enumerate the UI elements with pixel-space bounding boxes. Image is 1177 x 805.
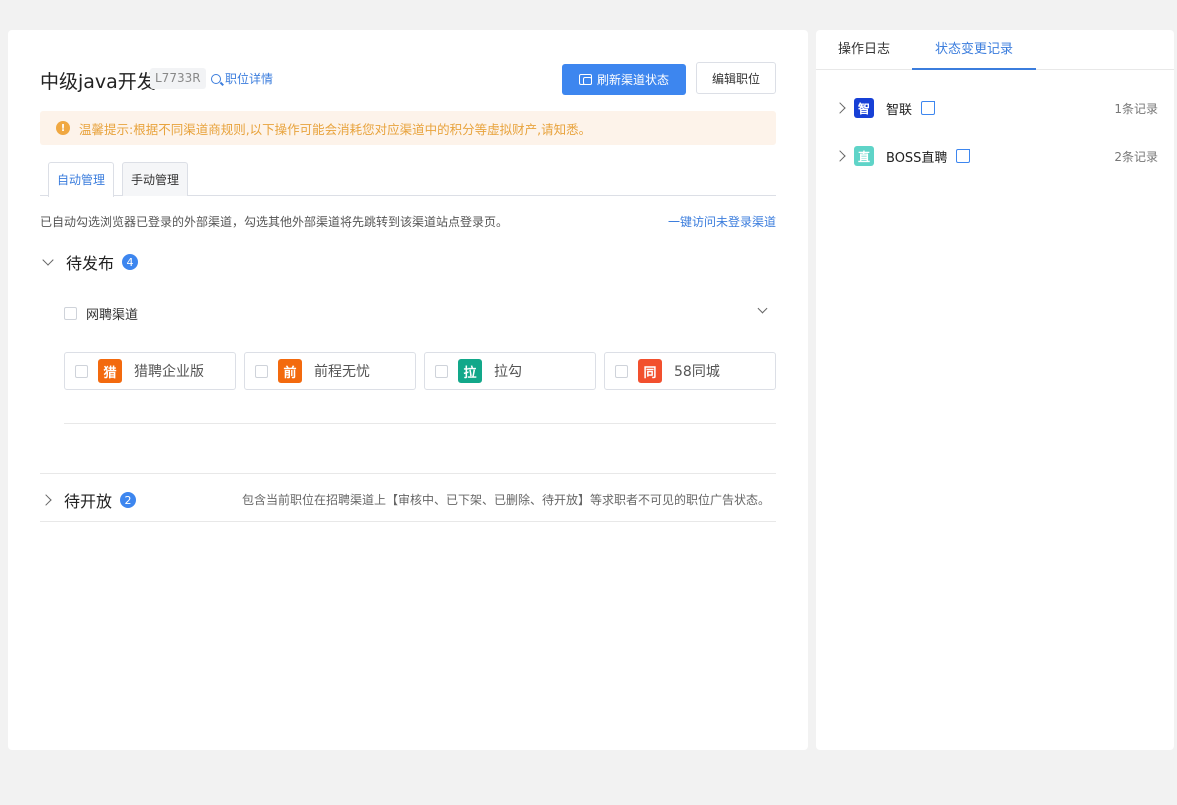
tab-auto-manage[interactable]: 自动管理 bbox=[48, 162, 114, 197]
chevron-down-icon[interactable] bbox=[757, 303, 768, 314]
58-logo-icon: 同 bbox=[638, 359, 662, 383]
channel-card-liepin[interactable]: 猎 猎聘企业版 bbox=[64, 352, 236, 390]
channel-name: 前程无忧 bbox=[314, 364, 370, 380]
boss-logo-icon: 直 bbox=[854, 146, 874, 166]
management-tabs: 自动管理 手动管理 bbox=[40, 162, 776, 197]
divider bbox=[40, 521, 776, 522]
search-icon bbox=[211, 73, 221, 84]
tab-operation-log[interactable]: 操作日志 bbox=[816, 30, 912, 70]
online-channel-group: 网聘渠道 bbox=[64, 303, 776, 323]
record-count: 2条记录 bbox=[1114, 149, 1158, 164]
pending-publish-title: 待发布 bbox=[66, 254, 115, 273]
pending-open-header[interactable]: 待开放 2 bbox=[40, 488, 137, 512]
record-channel-name: 智联 bbox=[886, 102, 913, 118]
refresh-button-label: 刷新渠道状态 bbox=[596, 73, 669, 87]
liepin-logo-icon: 猎 bbox=[98, 359, 122, 383]
job-management-panel: 中级java开发 L7733R 职位详情 刷新渠道状态 编辑职位 ! 温馨提示:… bbox=[8, 30, 808, 750]
channel-checkbox[interactable] bbox=[255, 364, 268, 378]
51job-logo-icon: 前 bbox=[278, 359, 302, 383]
refresh-channel-status-button[interactable]: 刷新渠道状态 bbox=[562, 64, 686, 95]
job-title: 中级java开发 bbox=[40, 71, 156, 93]
channel-card-lagou[interactable]: 拉 拉勾 bbox=[424, 352, 596, 390]
auto-select-hint: 已自动勾选浏览器已登录的外部渠道，勾选其他外部渠道将先跳转到该渠道站点登录页。 bbox=[40, 215, 509, 229]
warning-icon: ! bbox=[56, 121, 70, 135]
job-code-badge: L7733R bbox=[150, 68, 206, 89]
pending-publish-header[interactable]: 待发布 4 bbox=[40, 250, 139, 274]
channel-name: 猎聘企业版 bbox=[134, 364, 204, 380]
channel-name: 拉勾 bbox=[494, 364, 522, 380]
copy-refresh-icon bbox=[578, 74, 592, 85]
warning-alert: ! 温馨提示:根据不同渠道商规则,以下操作可能会消耗您对应渠道中的积分等虚拟财产… bbox=[40, 111, 776, 145]
tab-status-change[interactable]: 状态变更记录 bbox=[912, 30, 1036, 70]
pending-open-count: 2 bbox=[120, 492, 137, 508]
record-channel-name: BOSS直聘 bbox=[886, 150, 948, 166]
channel-checkbox[interactable] bbox=[615, 364, 628, 378]
record-count: 1条记录 bbox=[1114, 101, 1158, 116]
external-link-icon[interactable] bbox=[921, 101, 936, 115]
pending-open-note: 包含当前职位在招聘渠道上【审核中、已下架、已删除、待开放】等求职者不可见的职位广… bbox=[241, 493, 770, 507]
record-row-boss[interactable]: 直 BOSS直聘 2条记录 bbox=[816, 141, 1174, 171]
pending-open-title: 待开放 bbox=[64, 492, 113, 511]
divider bbox=[40, 473, 776, 474]
channel-card-58[interactable]: 同 58同城 bbox=[604, 352, 776, 390]
record-row-zhilian[interactable]: 智 智联 1条记录 bbox=[816, 93, 1174, 123]
record-panel: 操作日志 状态变更记录 智 智联 1条记录 直 BOSS直聘 2条记录 bbox=[816, 30, 1174, 750]
visit-unlogged-channels-link[interactable]: 一键访问未登录渠道 bbox=[668, 213, 776, 230]
channel-checkbox[interactable] bbox=[435, 364, 448, 378]
job-detail-link[interactable]: 职位详情 bbox=[211, 70, 273, 87]
lagou-logo-icon: 拉 bbox=[458, 359, 482, 383]
divider bbox=[64, 423, 776, 424]
channel-list: 猎 猎聘企业版 前 前程无忧 拉 拉勾 同 58同城 bbox=[64, 352, 776, 390]
channel-checkbox[interactable] bbox=[75, 364, 88, 378]
channel-name: 58同城 bbox=[674, 364, 720, 380]
external-link-icon[interactable] bbox=[956, 149, 971, 163]
pending-publish-count: 4 bbox=[122, 254, 139, 270]
chevron-down-icon bbox=[42, 254, 54, 266]
channel-card-51job[interactable]: 前 前程无忧 bbox=[244, 352, 416, 390]
record-tabs: 操作日志 状态变更记录 bbox=[816, 30, 1174, 70]
chevron-right-icon bbox=[40, 494, 52, 506]
group-label: 网聘渠道 bbox=[86, 308, 139, 323]
chevron-right-icon bbox=[834, 150, 846, 162]
chevron-right-icon bbox=[834, 102, 846, 114]
tab-manual-manage[interactable]: 手动管理 bbox=[122, 162, 188, 196]
edit-job-button[interactable]: 编辑职位 bbox=[696, 62, 776, 94]
group-checkbox[interactable] bbox=[64, 307, 77, 320]
zhilian-logo-icon: 智 bbox=[854, 98, 874, 118]
job-detail-label: 职位详情 bbox=[225, 72, 274, 86]
alert-text: 温馨提示:根据不同渠道商规则,以下操作可能会消耗您对应渠道中的积分等虚拟财产,请… bbox=[79, 121, 592, 137]
